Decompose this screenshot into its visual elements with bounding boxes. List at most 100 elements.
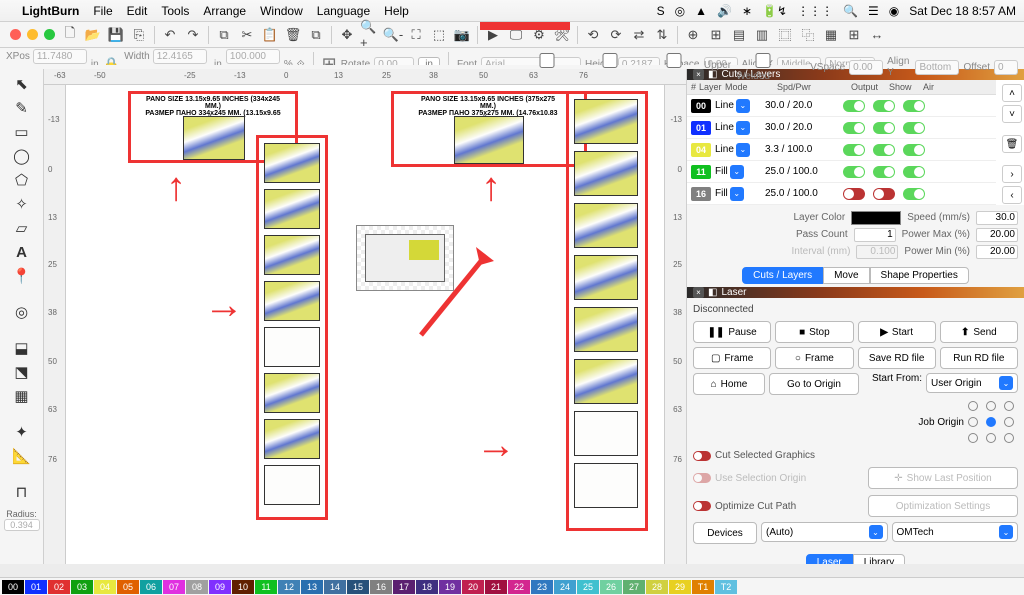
close-window[interactable]: [10, 29, 21, 40]
layer-row[interactable]: 04 Line⌄ 3.3 / 100.0: [687, 139, 996, 161]
zoom-out-icon[interactable]: 🔍-: [383, 25, 403, 45]
palette-swatch[interactable]: 14: [324, 580, 346, 594]
layer-mode[interactable]: Fill⌄: [715, 187, 765, 201]
measure-tool-icon[interactable]: 📐: [11, 445, 33, 467]
polygon-tool-icon[interactable]: ⬠: [11, 169, 33, 191]
redo-icon[interactable]: ↷: [183, 25, 203, 45]
job-origin-grid[interactable]: [968, 401, 1016, 443]
array-icon[interactable]: ⊞: [844, 25, 864, 45]
palette-swatch[interactable]: 05: [117, 580, 139, 594]
send-button[interactable]: ⬆Send: [940, 321, 1018, 343]
distribute-icon[interactable]: ▥: [752, 25, 772, 45]
powermax-input[interactable]: [976, 228, 1018, 242]
radial-array-icon[interactable]: ✦: [11, 421, 33, 443]
siri-icon[interactable]: ◉: [889, 4, 899, 18]
speed-input[interactable]: [976, 211, 1018, 225]
search-icon[interactable]: 🔍: [843, 4, 858, 18]
delete-layer-icon[interactable]: 🗑: [1002, 135, 1022, 153]
chevron-right-icon[interactable]: ›: [1002, 165, 1022, 183]
air-toggle[interactable]: [903, 100, 925, 112]
menu-arrange[interactable]: Arrange: [203, 4, 246, 18]
status-icon[interactable]: ◎: [675, 4, 685, 18]
draw-line-icon[interactable]: ✎: [11, 97, 33, 119]
start-button[interactable]: ▶Start: [858, 321, 936, 343]
palette-swatch[interactable]: T2: [715, 580, 737, 594]
tab-shape-properties[interactable]: Shape Properties: [870, 267, 969, 284]
layer-row[interactable]: 01 Line⌄ 30.0 / 20.0: [687, 117, 996, 139]
edit-nodes-icon[interactable]: ✧: [11, 193, 33, 215]
layer-swatch[interactable]: 11: [691, 165, 711, 179]
radius-input[interactable]: [4, 519, 40, 531]
rectangle-tool-icon[interactable]: ▭: [11, 121, 33, 143]
battery-icon[interactable]: 🔋↯: [762, 4, 787, 18]
output-toggle[interactable]: [843, 144, 865, 156]
palette-swatch[interactable]: 22: [508, 580, 530, 594]
pan-icon[interactable]: ✥: [337, 25, 357, 45]
tab-laser[interactable]: Laser: [806, 554, 853, 564]
grid-tool-icon[interactable]: ▦: [11, 385, 33, 407]
run-rd-button[interactable]: Run RD file: [940, 347, 1018, 369]
layer-swatch[interactable]: 04: [691, 143, 711, 157]
distribute-icon[interactable]: ▤: [729, 25, 749, 45]
palette-swatch[interactable]: 11: [255, 580, 277, 594]
app-name[interactable]: LightBurn: [22, 4, 79, 18]
minimize-window[interactable]: [27, 29, 38, 40]
new-icon[interactable]: 🗋: [60, 25, 80, 45]
startfrom-select[interactable]: User Origin⌄: [926, 373, 1018, 393]
output-toggle[interactable]: [843, 166, 865, 178]
ungroup-icon[interactable]: ⿻: [798, 25, 818, 45]
show-last-position-button[interactable]: ✛ Show Last Position: [868, 467, 1018, 489]
layer-row[interactable]: 16 Fill⌄ 25.0 / 100.0: [687, 183, 996, 205]
boolean-tool-icon[interactable]: ⬔: [11, 361, 33, 383]
open-icon[interactable]: 📂: [83, 25, 103, 45]
align-icon[interactable]: ⊞: [706, 25, 726, 45]
palette-swatch[interactable]: 24: [554, 580, 576, 594]
status-icon[interactable]: ▲: [695, 4, 707, 18]
wifi-icon[interactable]: ⋮⋮⋮: [797, 4, 833, 18]
save-rd-button[interactable]: Save RD file: [858, 347, 936, 369]
goto-origin-button[interactable]: Go to Origin: [769, 373, 859, 395]
ellipse-tool-icon[interactable]: ◯: [11, 145, 33, 167]
palette-swatch[interactable]: 12: [278, 580, 300, 594]
tab-library[interactable]: Library: [853, 554, 906, 564]
output-toggle[interactable]: [843, 122, 865, 134]
crop-tool-icon[interactable]: ▱: [11, 217, 33, 239]
palette-swatch[interactable]: 07: [163, 580, 185, 594]
layer-row[interactable]: 11 Fill⌄ 25.0 / 100.0: [687, 161, 996, 183]
palette-swatch[interactable]: 29: [669, 580, 691, 594]
delete-icon[interactable]: 🗑: [283, 25, 303, 45]
duplicate-icon[interactable]: ⧉: [306, 25, 326, 45]
laser-panel-header[interactable]: ×◧Laser: [687, 287, 1024, 298]
status-icon[interactable]: S: [657, 4, 665, 18]
bluetooth-icon[interactable]: ∗: [742, 4, 752, 18]
aligny-select[interactable]: [915, 60, 959, 75]
show-toggle[interactable]: [873, 188, 895, 200]
uppercase-checkbox[interactable]: [647, 53, 701, 68]
zoom-frame-icon[interactable]: ⬚: [429, 25, 449, 45]
show-toggle[interactable]: [873, 122, 895, 134]
camera-icon[interactable]: 📷: [452, 25, 472, 45]
tab-cuts-layers[interactable]: Cuts / Layers: [742, 267, 823, 284]
layer-row[interactable]: 00 Line⌄ 30.0 / 20.0: [687, 95, 996, 117]
maximize-window[interactable]: [44, 29, 55, 40]
align-icon[interactable]: ⊕: [683, 25, 703, 45]
undo-icon[interactable]: ↶: [160, 25, 180, 45]
palette-swatch[interactable]: 17: [393, 580, 415, 594]
palette-swatch[interactable]: 19: [439, 580, 461, 594]
port-select[interactable]: (Auto)⌄: [761, 522, 888, 542]
palette-swatch[interactable]: 21: [485, 580, 507, 594]
stop-button[interactable]: ■Stop: [775, 321, 853, 343]
width-input[interactable]: [153, 49, 207, 64]
offset-tool-icon[interactable]: ◎: [11, 301, 33, 323]
copy-icon[interactable]: ⧉: [214, 25, 234, 45]
palette-swatch[interactable]: 09: [209, 580, 231, 594]
vspace-input[interactable]: [849, 60, 883, 75]
output-toggle[interactable]: [843, 188, 865, 200]
palette-swatch[interactable]: 23: [531, 580, 553, 594]
menu-window[interactable]: Window: [260, 4, 303, 18]
clock[interactable]: Sat Dec 18 8:57 AM: [909, 4, 1016, 18]
mirror-h-icon[interactable]: ⇄: [629, 25, 649, 45]
powermin-input[interactable]: [976, 245, 1018, 259]
zoom-fit-icon[interactable]: ⛶: [406, 25, 426, 45]
show-toggle[interactable]: [873, 100, 895, 112]
